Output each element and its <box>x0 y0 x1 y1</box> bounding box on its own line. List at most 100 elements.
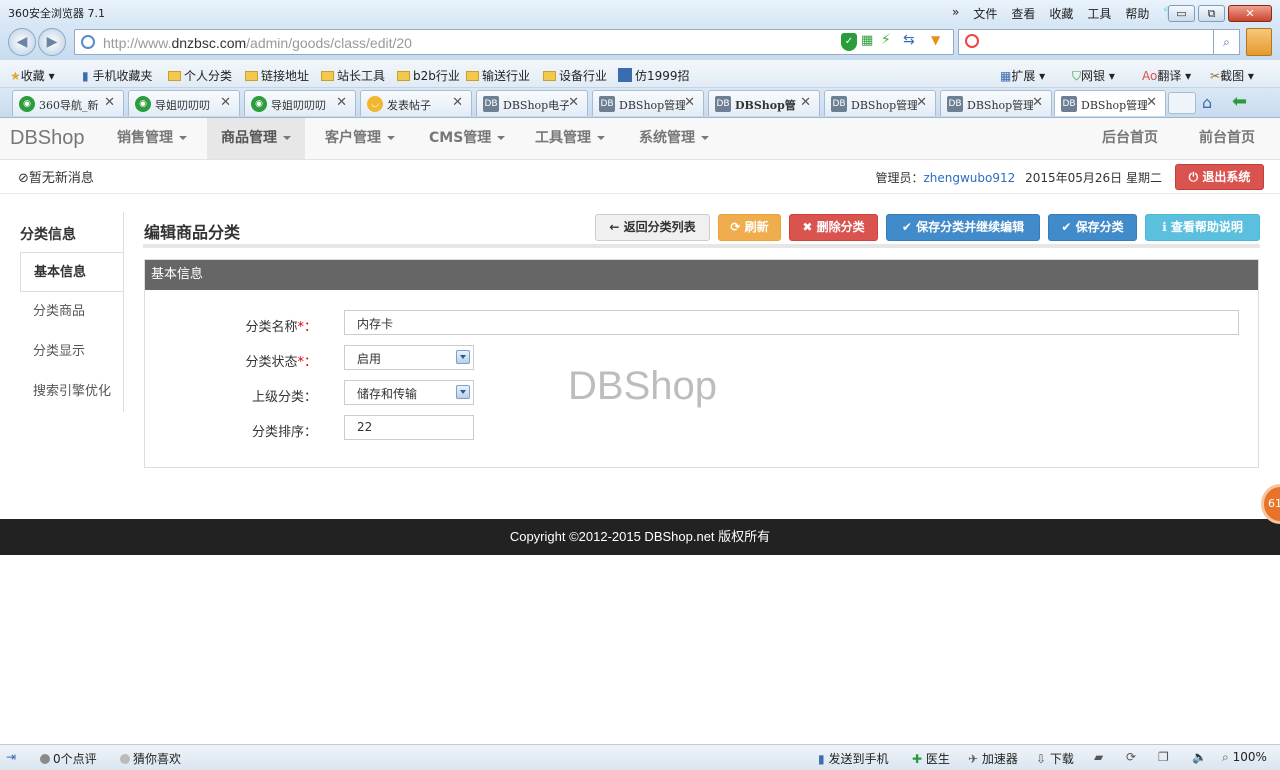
folder-icon <box>245 71 258 81</box>
reload-icon[interactable]: ⇆ <box>903 32 915 48</box>
menu-view[interactable]: 查看 <box>1011 5 1035 22</box>
nav-goods[interactable]: 商品管理 <box>207 118 305 159</box>
new-tab-button[interactable] <box>1168 92 1196 114</box>
save-category-button[interactable]: ✔ 保存分类 <box>1048 214 1137 241</box>
exit-icon[interactable]: ⇥ <box>6 750 16 764</box>
sidebar-item-seo[interactable]: 搜索引擎优化 <box>20 372 123 412</box>
zoom-level[interactable]: ⌕ 100% <box>1222 750 1267 765</box>
address-bar[interactable]: http://www.dnzbsc.com/admin/goods/class/… <box>74 29 954 55</box>
nav-tools[interactable]: 工具管理 <box>521 118 619 159</box>
bookmark-favorites[interactable]: ★收藏 ▾ <box>10 67 55 84</box>
nav-customers[interactable]: 客户管理 <box>311 118 409 159</box>
category-status-select[interactable]: 启用 <box>344 345 474 370</box>
download-tool[interactable]: ⇩ 下载 <box>1036 750 1074 767</box>
delete-category-button[interactable]: ✖ 删除分类 <box>789 214 878 241</box>
admin-username-link[interactable]: zhengwubo912 <box>923 171 1015 185</box>
home-icon[interactable]: ⌂ <box>1202 93 1212 112</box>
nav-front-home[interactable]: 前台首页 <box>1199 118 1255 159</box>
refresh-icon[interactable]: ⟳ <box>1126 750 1136 764</box>
close-window-button[interactable]: ✕ <box>1228 5 1272 22</box>
security-shield-icon[interactable]: ✓ <box>841 33 857 51</box>
tab-close-icon[interactable]: ✕ <box>452 95 463 110</box>
bookmark-conveyor[interactable]: 输送行业 <box>466 67 530 84</box>
browser-tab[interactable]: DB DBShop管理 ✕ <box>592 90 704 116</box>
refresh-button[interactable]: ⟳ 刷新 <box>718 214 781 241</box>
nav-cms[interactable]: CMS管理 <box>415 118 519 159</box>
tab-close-icon[interactable]: ✕ <box>684 95 695 110</box>
doctor-tool[interactable]: ✚ 医生 <box>912 750 950 767</box>
help-button[interactable]: ℹ 查看帮助说明 <box>1145 214 1260 241</box>
url-text[interactable]: http://www.dnzbsc.com/admin/goods/class/… <box>103 35 412 51</box>
floating-badge[interactable]: 61 <box>1261 484 1280 524</box>
bookmark-b2b[interactable]: b2b行业 <box>397 67 460 84</box>
tool-translate[interactable]: Ao翻译 ▾ <box>1142 67 1191 84</box>
back-to-list-button[interactable]: ← 返回分类列表 <box>595 214 710 241</box>
address-dropdown-icon[interactable]: ▼ <box>931 33 940 47</box>
qr-code-icon[interactable]: ▦ <box>861 33 873 48</box>
browser-address-row: ◀ ▶ http://www.dnzbsc.com/admin/goods/cl… <box>0 26 1280 60</box>
nav-sales[interactable]: 销售管理 <box>103 118 201 159</box>
bookmark-mobile[interactable]: ▮ 手机收藏夹 <box>82 67 152 84</box>
category-name-input[interactable]: 内存卡 <box>344 310 1239 335</box>
bookmark-equipment[interactable]: 设备行业 <box>543 67 607 84</box>
tab-close-icon[interactable]: ✕ <box>104 95 115 110</box>
back-button[interactable]: ◀ <box>8 28 36 56</box>
tab-close-icon[interactable]: ✕ <box>220 95 231 110</box>
menu-tools[interactable]: 工具 <box>1087 5 1111 22</box>
tool-extensions[interactable]: ▦扩展 ▾ <box>1000 67 1045 84</box>
browser-tab[interactable]: ◉ 导姐叨叨叨 ✕ <box>244 90 356 116</box>
bookmark-1999[interactable]: 仿1999招 <box>618 67 690 84</box>
category-sort-input[interactable]: 22 <box>344 415 474 440</box>
tab-close-icon[interactable]: ✕ <box>1032 95 1043 110</box>
menu-file[interactable]: 文件 <box>973 5 997 22</box>
browser-tab[interactable]: ◉ 导姐叨叨叨 ✕ <box>128 90 240 116</box>
tab-close-icon[interactable]: ✕ <box>916 95 927 110</box>
nav-admin-home[interactable]: 后台首页 <box>1102 118 1158 159</box>
search-input[interactable] <box>991 33 1211 51</box>
search-icon[interactable]: ⌕ <box>1213 30 1239 54</box>
brand-logo[interactable]: DBShop <box>10 127 85 150</box>
bookmark-webmaster[interactable]: 站长工具 <box>321 67 385 84</box>
logout-button[interactable]: ⏻ 退出系统 <box>1175 164 1264 190</box>
nav-system[interactable]: 系统管理 <box>625 118 723 159</box>
bookmark-personal[interactable]: 个人分类 <box>168 67 232 84</box>
browser-tab[interactable]: DB DBShop管理 ✕ <box>824 90 936 116</box>
browser-tab[interactable]: DB DBShop管 ✕ <box>708 90 820 116</box>
sidebar-item-basic-info[interactable]: 基本信息 <box>20 252 123 292</box>
browser-menu-more[interactable]: » <box>952 5 959 22</box>
send-to-phone[interactable]: ▮ 发送到手机 <box>818 750 888 767</box>
menu-help[interactable]: 帮助 <box>1125 5 1149 22</box>
accelerator-tool[interactable]: ✈ 加速器 <box>968 750 1018 767</box>
sidebar-item-category-goods[interactable]: 分类商品 <box>20 292 123 332</box>
restore-button[interactable]: ⧉ <box>1198 5 1225 22</box>
browser-tab[interactable]: ◡ 发表帖子 ✕ <box>360 90 472 116</box>
browser-tab-active[interactable]: DB DBShop管理 ✕ <box>1054 90 1166 116</box>
guess-status[interactable]: 猜你喜欢 <box>120 750 181 767</box>
lightning-icon[interactable]: ⚡ <box>881 32 891 48</box>
forward-button[interactable]: ▶ <box>38 28 66 56</box>
window-icon[interactable]: ❐ <box>1158 750 1169 764</box>
menu-favorites[interactable]: 收藏 <box>1049 5 1073 22</box>
minimize-button[interactable]: ▭ <box>1168 5 1195 22</box>
undo-close-icon[interactable]: ⬅ <box>1232 91 1247 112</box>
tab-close-icon[interactable]: ✕ <box>800 95 811 110</box>
comments-status[interactable]: 0个点评 <box>40 750 97 767</box>
bookmark-links[interactable]: 链接地址 <box>245 67 309 84</box>
user-avatar-icon[interactable] <box>1246 28 1272 56</box>
search-box[interactable]: ⌕ <box>958 29 1240 55</box>
sidebar-item-category-display[interactable]: 分类显示 <box>20 332 123 372</box>
search-engine-icon[interactable] <box>965 34 979 48</box>
tool-screenshot[interactable]: ✂截图 ▾ <box>1210 67 1254 84</box>
tab-close-icon[interactable]: ✕ <box>336 95 347 110</box>
parent-category-select[interactable]: 储存和传输 <box>344 380 474 405</box>
browser-tab[interactable]: DB DBShop管理 ✕ <box>940 90 1052 116</box>
mute-icon[interactable]: 🔈 <box>1192 750 1207 764</box>
translate-icon: Ao <box>1142 69 1158 83</box>
browser-tab[interactable]: DB DBShop电子 ✕ <box>476 90 588 116</box>
tab-close-icon[interactable]: ✕ <box>1146 95 1157 110</box>
tool-bank[interactable]: ⛉网银 ▾ <box>1072 67 1115 84</box>
speech-icon[interactable]: ▰ <box>1094 750 1103 764</box>
save-and-continue-button[interactable]: ✔ 保存分类并继续编辑 <box>886 214 1040 241</box>
browser-tab[interactable]: ◉ 360导航_新 ✕ <box>12 90 124 116</box>
tab-close-icon[interactable]: ✕ <box>568 95 579 110</box>
